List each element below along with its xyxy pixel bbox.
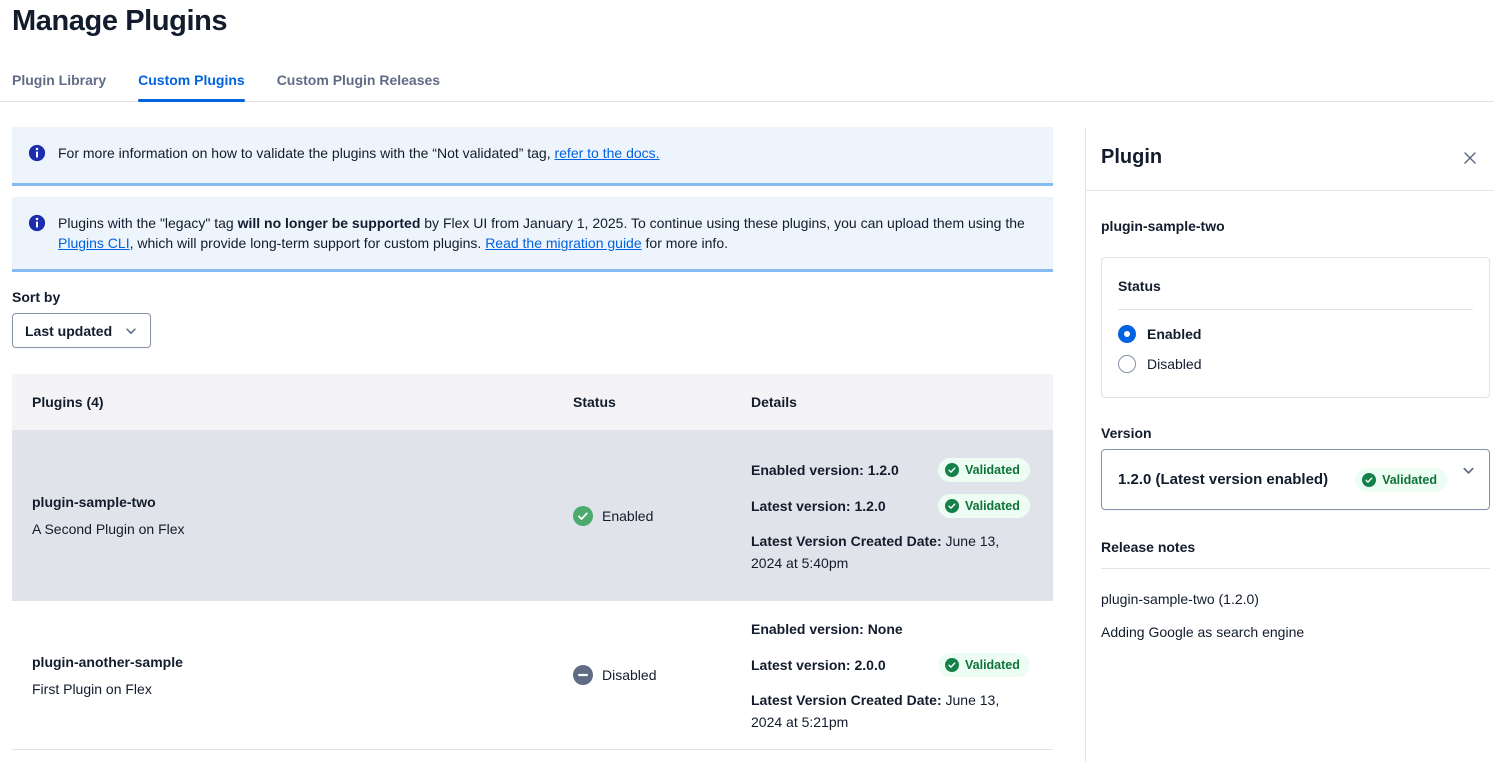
sort-dropdown-value: Last updated: [25, 323, 112, 339]
panel-plugin-name: plugin-sample-two: [1101, 218, 1490, 234]
info-banner-legacy: Plugins with the "legacy" tag will no lo…: [12, 197, 1053, 272]
sort-by-label: Sort by: [12, 289, 1053, 305]
tab-bar: Plugin Library Custom Plugins Custom Plu…: [0, 68, 1494, 102]
status-heading: Status: [1118, 278, 1473, 294]
close-icon: [1462, 150, 1478, 166]
info-icon: [28, 214, 46, 237]
status-text: Enabled: [602, 508, 653, 524]
radio-disabled-label: Disabled: [1147, 356, 1201, 372]
release-notes-divider: [1101, 568, 1490, 569]
badge-check-icon: [945, 658, 959, 672]
column-header-details: Details: [739, 394, 1053, 410]
radio-disabled[interactable]: Disabled: [1118, 355, 1473, 373]
version-select[interactable]: 1.2.0 (Latest version enabled) Validated: [1101, 449, 1490, 510]
tab-plugin-library[interactable]: Plugin Library: [12, 68, 106, 101]
badge-check-icon: [945, 499, 959, 513]
plugin-name: plugin-another-sample: [32, 654, 561, 670]
radio-enabled-label: Enabled: [1147, 326, 1201, 342]
latest-version-text: Latest version: 2.0.0: [751, 657, 886, 673]
created-date-label: Latest Version Created Date:: [751, 533, 942, 549]
banner2-part4: for more info.: [642, 235, 728, 251]
status-card-divider: [1118, 309, 1473, 310]
tab-custom-plugins[interactable]: Custom Plugins: [138, 68, 245, 101]
release-notes-line: Adding Google as search engine: [1101, 624, 1490, 640]
version-label: Version: [1101, 425, 1490, 441]
plugin-description: A Second Plugin on Flex: [32, 521, 561, 537]
plugin-name: plugin-sample-two: [32, 494, 561, 510]
chevron-down-icon: [1461, 463, 1476, 478]
status-card: Status Enabled Disabled: [1101, 257, 1490, 398]
table-row[interactable]: plugin-sample-two A Second Plugin on Fle…: [12, 430, 1053, 601]
refer-to-docs-link[interactable]: refer to the docs.: [554, 145, 659, 161]
badge-check-icon: [945, 463, 959, 477]
created-date-label: Latest Version Created Date:: [751, 692, 942, 708]
close-panel-button[interactable]: [1458, 146, 1482, 170]
panel-title: Plugin: [1101, 146, 1162, 169]
version-value: 1.2.0 (Latest version enabled): [1118, 471, 1328, 488]
chevron-down-icon: [124, 324, 138, 338]
latest-version-text: Latest version: 1.2.0: [751, 498, 886, 514]
panel-header-divider: [1086, 190, 1494, 191]
enabled-version-text: Enabled version: None: [751, 621, 903, 637]
status-text: Disabled: [602, 667, 656, 683]
info-icon: [28, 144, 46, 167]
plugins-table: Plugins (4) Status Details plugin-sample…: [12, 374, 1053, 750]
release-notes-line: plugin-sample-two (1.2.0): [1101, 591, 1490, 607]
radio-selected-icon[interactable]: [1118, 325, 1136, 343]
column-header-status: Status: [561, 394, 739, 410]
page-title: Manage Plugins: [12, 5, 227, 38]
release-notes-heading: Release notes: [1101, 539, 1490, 555]
migration-guide-link[interactable]: Read the migration guide: [485, 235, 641, 251]
details-cell: Enabled version: 1.2.0 Validated Latest …: [739, 458, 1053, 574]
disabled-minus-icon: [573, 665, 593, 685]
sort-dropdown[interactable]: Last updated: [12, 313, 151, 348]
column-header-plugins: Plugins (4): [12, 394, 561, 410]
main-content: For more information on how to validate …: [12, 127, 1053, 750]
validated-badge: Validated: [938, 653, 1030, 677]
enabled-check-icon: [573, 506, 593, 526]
validated-badge: Validated: [938, 494, 1030, 518]
badge-check-icon: [1362, 473, 1376, 487]
status-cell: Enabled: [561, 506, 739, 526]
info-banner-validate: For more information on how to validate …: [12, 127, 1053, 186]
banner2-part2: by Flex UI from January 1, 2025. To cont…: [420, 215, 1028, 231]
plugin-side-panel: Plugin plugin-sample-two Status Enabled …: [1086, 127, 1494, 640]
banner2-bold: will no longer be supported: [238, 215, 421, 231]
radio-unselected-icon[interactable]: [1118, 355, 1136, 373]
banner1-text: For more information on how to validate …: [58, 145, 554, 161]
created-date-line: Latest Version Created Date: June 13, 20…: [751, 530, 1031, 574]
plugins-cli-link[interactable]: Plugins CLI: [58, 235, 130, 251]
enabled-version-text: Enabled version: 1.2.0: [751, 462, 899, 478]
plugin-cell: plugin-another-sample First Plugin on Fl…: [12, 654, 561, 697]
banner-text: Plugins with the "legacy" tag will no lo…: [58, 213, 1037, 253]
radio-enabled[interactable]: Enabled: [1118, 325, 1473, 343]
banner-text: For more information on how to validate …: [58, 143, 660, 163]
table-row[interactable]: plugin-another-sample First Plugin on Fl…: [12, 601, 1053, 750]
validated-badge: Validated: [1355, 468, 1447, 492]
details-cell: Enabled version: None Latest version: 2.…: [739, 617, 1053, 733]
validated-badge: Validated: [938, 458, 1030, 482]
created-date-line: Latest Version Created Date: June 13, 20…: [751, 689, 1031, 733]
table-header-row: Plugins (4) Status Details: [12, 374, 1053, 430]
plugin-cell: plugin-sample-two A Second Plugin on Fle…: [12, 494, 561, 537]
banner2-part1: Plugins with the "legacy" tag: [58, 215, 238, 231]
tab-custom-plugin-releases[interactable]: Custom Plugin Releases: [277, 68, 440, 101]
status-cell: Disabled: [561, 665, 739, 685]
plugin-description: First Plugin on Flex: [32, 681, 561, 697]
banner2-part3: , which will provide long-term support f…: [130, 235, 486, 251]
